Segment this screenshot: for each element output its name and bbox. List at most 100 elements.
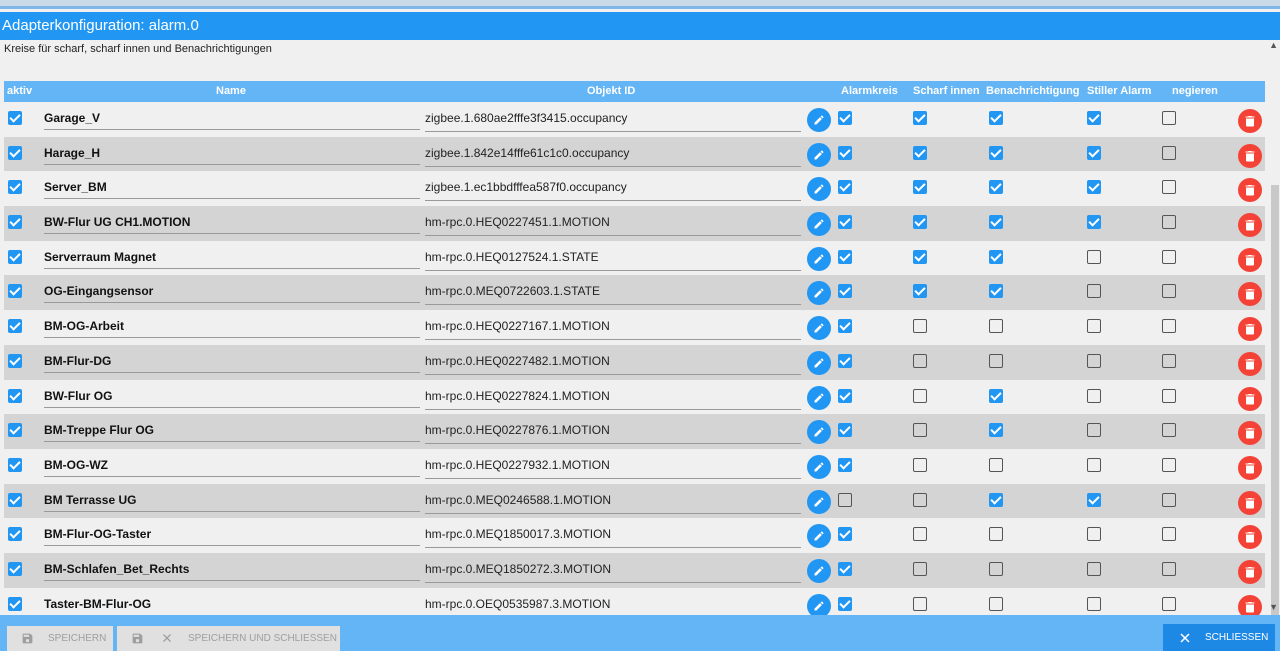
save-button[interactable]: SPEICHERN <box>7 626 113 651</box>
checkbox-scharf-innen[interactable] <box>913 596 927 611</box>
checkbox-benachrichtigung[interactable] <box>989 527 1003 542</box>
row-objekt-id[interactable]: hm-rpc.0.HEQ0227451.1.MOTION <box>425 215 801 229</box>
checkbox-aktiv[interactable] <box>8 284 22 299</box>
checkbox-alarmkreis[interactable] <box>838 215 852 230</box>
checkbox-scharf-innen[interactable] <box>913 388 927 403</box>
edit-button[interactable] <box>807 385 831 410</box>
row-name[interactable]: BM-Flur-OG-Taster <box>44 527 420 541</box>
delete-button[interactable] <box>1238 421 1262 446</box>
checkbox-alarmkreis[interactable] <box>838 145 852 160</box>
delete-button[interactable] <box>1238 247 1262 272</box>
checkbox-benachrichtigung[interactable] <box>989 561 1003 576</box>
checkbox-aktiv[interactable] <box>8 145 22 160</box>
checkbox-benachrichtigung[interactable] <box>989 596 1003 611</box>
checkbox-benachrichtigung[interactable] <box>989 180 1003 195</box>
checkbox-stiller-alarm[interactable] <box>1087 111 1101 125</box>
checkbox-alarmkreis[interactable] <box>838 111 852 125</box>
checkbox-aktiv[interactable] <box>8 215 22 230</box>
checkbox-alarmkreis[interactable] <box>838 180 852 195</box>
close-button[interactable]: SCHLIESSEN <box>1163 624 1275 651</box>
edit-button[interactable] <box>807 454 831 479</box>
checkbox-scharf-innen[interactable] <box>913 492 927 507</box>
checkbox-alarmkreis[interactable] <box>838 319 852 334</box>
checkbox-benachrichtigung[interactable] <box>989 388 1003 403</box>
checkbox-scharf-innen[interactable] <box>913 111 927 125</box>
delete-button[interactable] <box>1238 213 1262 238</box>
checkbox-negieren[interactable] <box>1162 319 1176 334</box>
edit-button[interactable] <box>807 281 831 306</box>
checkbox-stiller-alarm[interactable] <box>1087 284 1101 299</box>
checkbox-alarmkreis[interactable] <box>838 284 852 299</box>
scrollbar-thumb[interactable] <box>1271 185 1279 640</box>
row-name[interactable]: Garage_V <box>44 111 420 125</box>
row-name[interactable]: Serverraum Magnet <box>44 250 420 264</box>
checkbox-negieren[interactable] <box>1162 596 1176 611</box>
row-name[interactable]: BW-Flur UG CH1.MOTION <box>44 215 420 229</box>
checkbox-aktiv[interactable] <box>8 457 22 472</box>
row-name[interactable]: BM-Treppe Flur OG <box>44 423 420 437</box>
delete-button[interactable] <box>1238 317 1262 342</box>
checkbox-alarmkreis[interactable] <box>838 492 852 507</box>
checkbox-benachrichtigung[interactable] <box>989 423 1003 438</box>
delete-button[interactable] <box>1238 559 1262 584</box>
checkbox-negieren[interactable] <box>1162 353 1176 368</box>
row-objekt-id[interactable]: hm-rpc.0.MEQ0722603.1.STATE <box>425 284 801 298</box>
row-objekt-id[interactable]: hm-rpc.0.HEQ0227876.1.MOTION <box>425 423 801 437</box>
checkbox-scharf-innen[interactable] <box>913 284 927 299</box>
edit-button[interactable] <box>807 142 831 167</box>
row-name[interactable]: BM-Flur-DG <box>44 354 420 368</box>
checkbox-stiller-alarm[interactable] <box>1087 145 1101 160</box>
checkbox-scharf-innen[interactable] <box>913 527 927 542</box>
row-objekt-id[interactable]: hm-rpc.0.MEQ1850272.3.MOTION <box>425 562 801 576</box>
delete-button[interactable] <box>1238 109 1262 133</box>
row-name[interactable]: BM-OG-WZ <box>44 458 420 472</box>
checkbox-scharf-innen[interactable] <box>913 180 927 195</box>
edit-button[interactable] <box>807 108 831 132</box>
checkbox-negieren[interactable] <box>1162 457 1176 472</box>
checkbox-stiller-alarm[interactable] <box>1087 561 1101 576</box>
scroll-down-arrow-icon[interactable]: ▼ <box>1269 602 1278 612</box>
edit-button[interactable] <box>807 316 831 341</box>
checkbox-aktiv[interactable] <box>8 111 22 125</box>
checkbox-aktiv[interactable] <box>8 249 22 264</box>
edit-button[interactable] <box>807 350 831 375</box>
row-objekt-id[interactable]: hm-rpc.0.HEQ0127524.1.STATE <box>425 250 801 264</box>
row-objekt-id[interactable]: zigbee.1.842e14fffe61c1c0.occupancy <box>425 146 801 160</box>
checkbox-stiller-alarm[interactable] <box>1087 180 1101 195</box>
checkbox-alarmkreis[interactable] <box>838 388 852 403</box>
row-name[interactable]: BM-Schlafen_Bet_Rechts <box>44 562 420 576</box>
row-objekt-id[interactable]: hm-rpc.0.HEQ0227482.1.MOTION <box>425 354 801 368</box>
checkbox-negieren[interactable] <box>1162 388 1176 403</box>
checkbox-benachrichtigung[interactable] <box>989 284 1003 299</box>
checkbox-alarmkreis[interactable] <box>838 249 852 264</box>
scroll-up-arrow-icon[interactable]: ▲ <box>1269 40 1278 50</box>
checkbox-stiller-alarm[interactable] <box>1087 527 1101 542</box>
checkbox-scharf-innen[interactable] <box>913 319 927 334</box>
row-name[interactable]: Harage_H <box>44 146 420 160</box>
checkbox-negieren[interactable] <box>1162 180 1176 195</box>
checkbox-scharf-innen[interactable] <box>913 145 927 160</box>
checkbox-stiller-alarm[interactable] <box>1087 492 1101 507</box>
checkbox-stiller-alarm[interactable] <box>1087 319 1101 334</box>
edit-button[interactable] <box>807 558 831 583</box>
checkbox-aktiv[interactable] <box>8 596 22 611</box>
edit-button[interactable] <box>807 489 831 514</box>
delete-button[interactable] <box>1238 455 1262 480</box>
checkbox-aktiv[interactable] <box>8 353 22 368</box>
checkbox-benachrichtigung[interactable] <box>989 249 1003 264</box>
checkbox-stiller-alarm[interactable] <box>1087 353 1101 368</box>
checkbox-aktiv[interactable] <box>8 561 22 576</box>
checkbox-aktiv[interactable] <box>8 180 22 195</box>
row-name[interactable]: Taster-BM-Flur-OG <box>44 597 420 611</box>
checkbox-scharf-innen[interactable] <box>913 457 927 472</box>
checkbox-stiller-alarm[interactable] <box>1087 423 1101 438</box>
row-objekt-id[interactable]: zigbee.1.680ae2fffe3f3415.occupancy <box>425 111 801 125</box>
checkbox-aktiv[interactable] <box>8 388 22 403</box>
save-and-close-button[interactable]: SPEICHERN UND SCHLIESSEN <box>117 626 340 651</box>
checkbox-negieren[interactable] <box>1162 145 1176 160</box>
checkbox-benachrichtigung[interactable] <box>989 145 1003 160</box>
checkbox-alarmkreis[interactable] <box>838 561 852 576</box>
checkbox-negieren[interactable] <box>1162 249 1176 264</box>
row-objekt-id[interactable]: hm-rpc.0.MEQ1850017.3.MOTION <box>425 527 801 541</box>
checkbox-aktiv[interactable] <box>8 492 22 507</box>
